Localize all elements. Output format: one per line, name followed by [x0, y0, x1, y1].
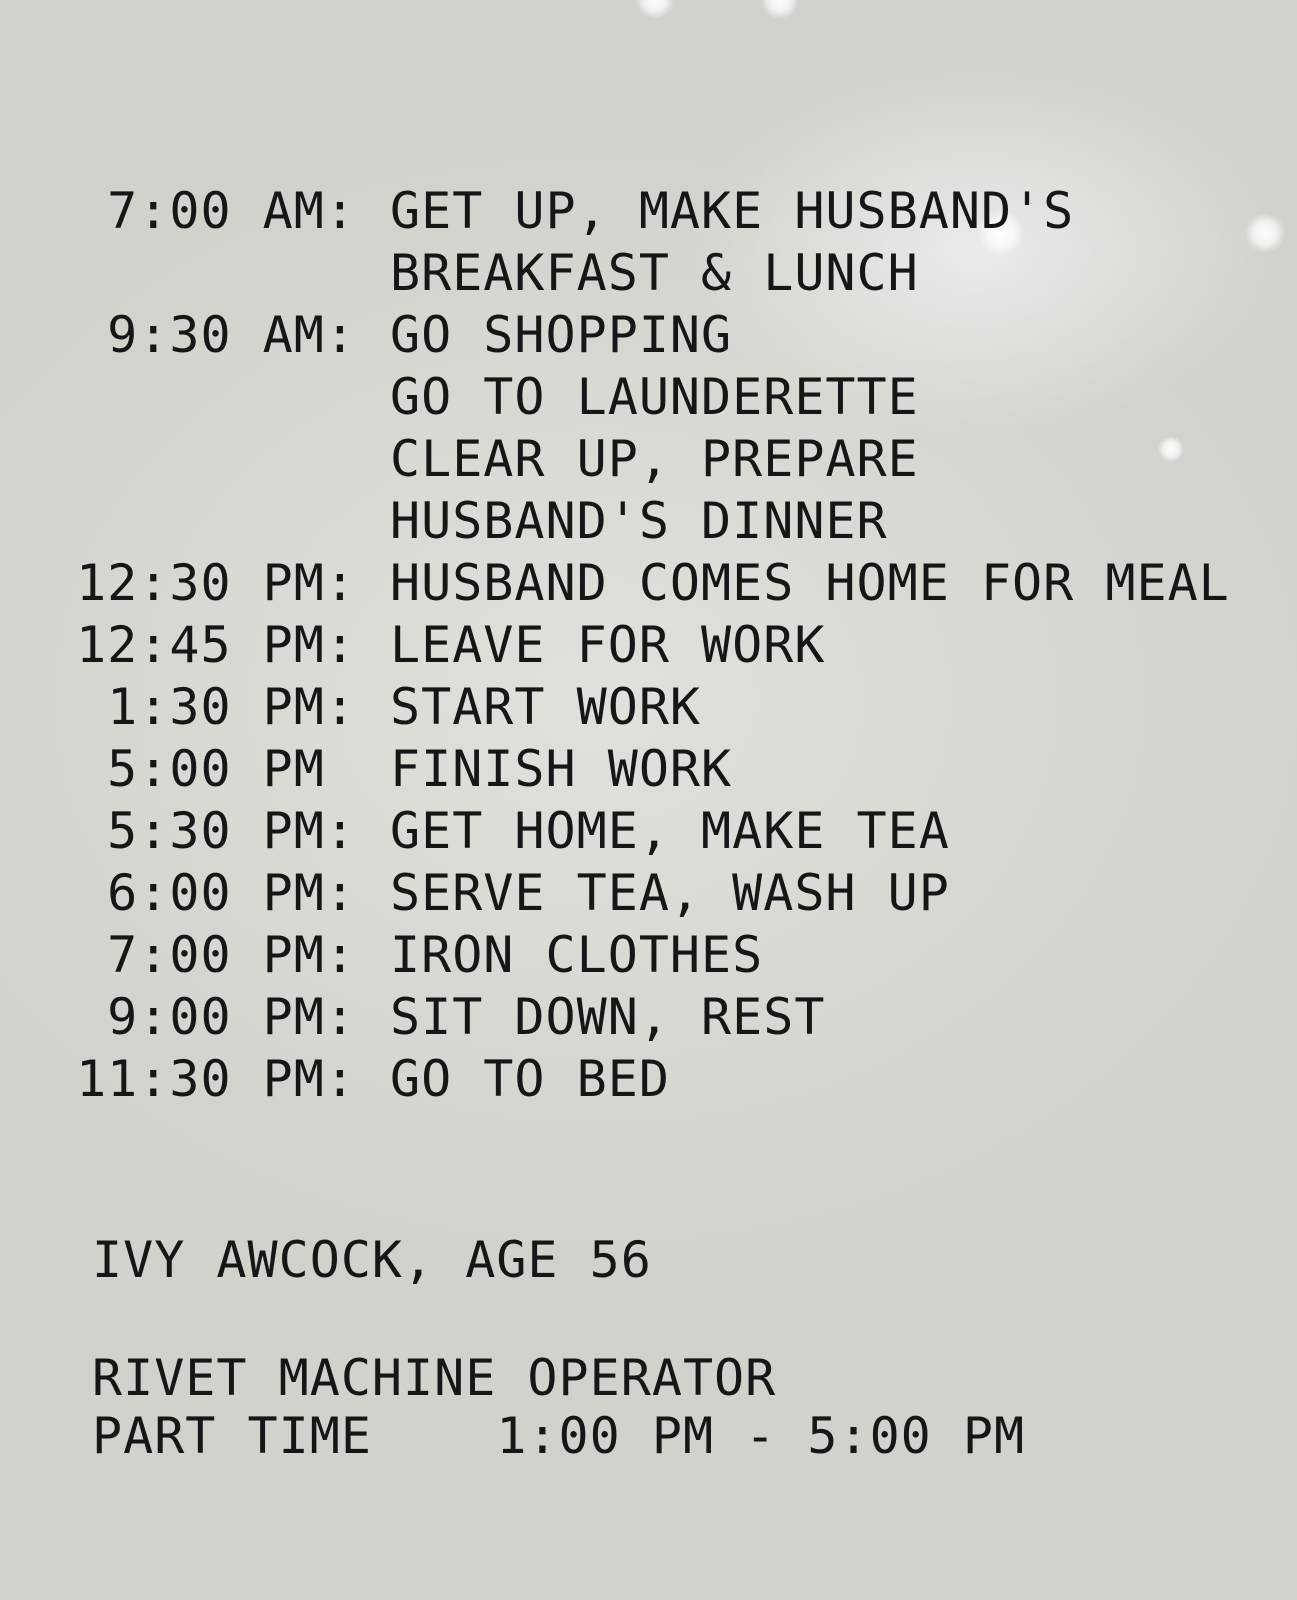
schedule-task: FINISH WORK	[390, 740, 733, 798]
schedule-time: 9:30 AM:	[107, 306, 356, 364]
light-reflection	[635, 0, 675, 18]
schedule-row: 5:00 PM FINISH WORK	[0, 738, 1297, 800]
schedule-row: 12:30 PM: HUSBAND COMES HOME FOR MEAL	[0, 552, 1297, 614]
schedule-task: IRON CLOTHES	[390, 926, 764, 984]
schedule-row: 9:00 PM: SIT DOWN, REST	[0, 986, 1297, 1048]
schedule-task: HUSBAND COMES HOME FOR MEAL	[390, 554, 1230, 612]
schedule-time: 5:00 PM	[107, 740, 356, 798]
worker-name: IVY AWCOCK, AGE 56	[92, 1231, 652, 1289]
schedule-row: 9:30 AM: GO SHOPPING	[0, 304, 1297, 366]
schedule-row: 6:00 PM: SERVE TEA, WASH UP	[0, 862, 1297, 924]
schedule-row: 1:30 PM: START WORK	[0, 676, 1297, 738]
schedule-task: SIT DOWN, REST	[390, 988, 826, 1046]
schedule-time: 1:30 PM:	[107, 678, 356, 736]
printed-sheet: 7:00 AM: GET UP, MAKE HUSBAND'S BREAKFAST …	[0, 0, 1297, 1600]
schedule-time: 7:00 AM:	[107, 182, 356, 240]
schedule-row: CLEAR UP, PREPARE	[0, 428, 1297, 490]
schedule-task: GET HOME, MAKE TEA	[390, 802, 950, 860]
schedule-task: GET UP, MAKE HUSBAND'S	[390, 182, 1075, 240]
schedule-row: 11:30 PM: GO TO BED	[0, 1048, 1297, 1110]
schedule-time: 12:30 PM:	[76, 554, 356, 612]
schedule-task: CLEAR UP, PREPARE	[390, 430, 919, 488]
schedule-time: 9:00 PM:	[107, 988, 356, 1046]
schedule-task: BREAKFAST & LUNCH	[390, 244, 919, 302]
daily-schedule: 7:00 AM: GET UP, MAKE HUSBAND'S BREAKFAST …	[0, 180, 1297, 1110]
schedule-task: SERVE TEA, WASH UP	[390, 864, 950, 922]
schedule-row: 7:00 AM: GET UP, MAKE HUSBAND'S	[0, 180, 1297, 242]
schedule-row: HUSBAND'S DINNER	[0, 490, 1297, 552]
schedule-row: GO TO LAUNDERETTE	[0, 366, 1297, 428]
schedule-row: 7:00 PM: IRON CLOTHES	[0, 924, 1297, 986]
schedule-row: BREAKFAST & LUNCH	[0, 242, 1297, 304]
schedule-task: GO TO BED	[390, 1050, 670, 1108]
schedule-time: 11:30 PM:	[76, 1050, 356, 1108]
schedule-row: 5:30 PM: GET HOME, MAKE TEA	[0, 800, 1297, 862]
worker-job: RIVET MACHINE OPERATOR	[92, 1349, 777, 1407]
schedule-time: 12:45 PM:	[76, 616, 356, 674]
schedule-time: 5:30 PM:	[107, 802, 356, 860]
light-reflection	[760, 0, 800, 18]
schedule-task: GO SHOPPING	[390, 306, 733, 364]
schedule-task: HUSBAND'S DINNER	[390, 492, 888, 550]
schedule-task: START WORK	[390, 678, 702, 736]
schedule-time: 7:00 PM:	[107, 926, 356, 984]
schedule-time: 6:00 PM:	[107, 864, 356, 922]
schedule-task: GO TO LAUNDERETTE	[390, 368, 919, 426]
schedule-row: 12:45 PM: LEAVE FOR WORK	[0, 614, 1297, 676]
schedule-task: LEAVE FOR WORK	[390, 616, 826, 674]
work-hours: PART TIME 1:00 PM - 5:00 PM	[92, 1407, 1026, 1465]
